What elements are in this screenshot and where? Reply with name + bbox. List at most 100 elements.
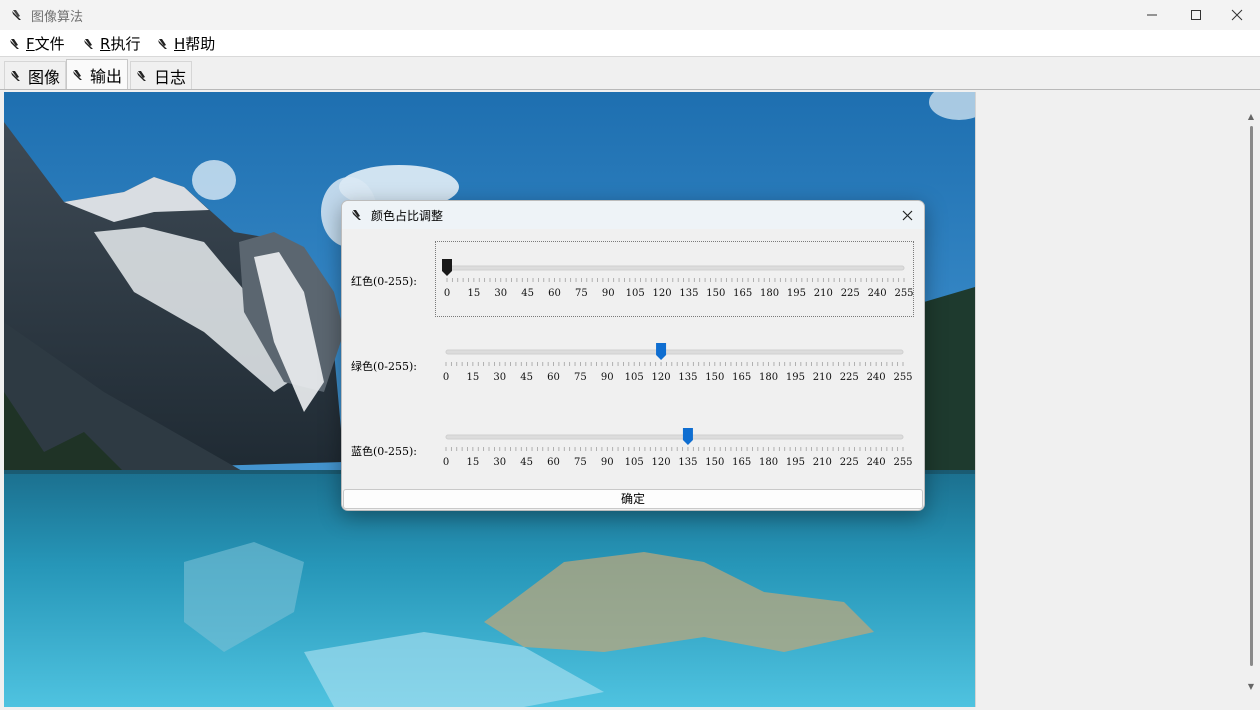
green-slider-graphic: 0 15 30 45 60 75 90 105 120 135 150 165 180 195 210 225… — [443, 343, 913, 383]
tab-image-label: 图像 — [28, 67, 61, 87]
tab-output-label: 输出 — [90, 66, 123, 86]
slider-thumb[interactable] — [656, 343, 667, 360]
close-icon — [902, 210, 912, 220]
slider-tick-label: 195 — [787, 288, 806, 299]
slider-thumb[interactable] — [682, 428, 693, 445]
menu-run-label: 执行 — [110, 35, 141, 53]
slider-tick-label: 15 — [468, 288, 481, 299]
slider-tick-label: 210 — [814, 288, 833, 299]
slider-tick-label: 195 — [786, 457, 805, 468]
feather-icon — [158, 38, 167, 49]
close-button[interactable] — [1214, 0, 1260, 30]
slider-tick-label: 0 — [443, 457, 449, 468]
menu-run[interactable]: R 执行 — [83, 33, 140, 54]
red-slider-graphic: 0 15 30 45 60 75 90 105 120 135 150 165 180 195 210 225… — [442, 259, 914, 299]
feather-icon — [137, 70, 146, 81]
slider-tick-label: 60 — [547, 372, 560, 383]
menu-help-accel: H — [174, 34, 186, 53]
slider-tick-label: 225 — [841, 288, 860, 299]
window-titlebar: 图像算法 — [0, 0, 1260, 30]
slider-track — [445, 434, 904, 440]
ok-button[interactable]: 确定 — [343, 489, 923, 509]
green-slider-label: 绿色(0-255): — [351, 360, 417, 373]
menu-bar: F 文件 R 执行 H 帮助 — [0, 30, 1260, 57]
feather-icon — [10, 38, 19, 49]
dialog-titlebar: 颜色占比调整 — [342, 201, 924, 229]
slider-tick-label: 180 — [760, 288, 779, 299]
green-slider[interactable]: 0 15 30 45 60 75 90 105 120 135 150 165 180 195 210 225… — [435, 326, 914, 402]
slider-tick-label: 255 — [893, 372, 912, 383]
slider-tick-label: 240 — [867, 457, 886, 468]
tab-image[interactable]: 图像 — [4, 61, 67, 89]
slider-tick-label: 165 — [733, 288, 752, 299]
slider-tick-label: 75 — [574, 457, 587, 468]
maximize-icon — [1191, 10, 1201, 20]
red-slider-row: 红色(0-255): 0 15 30 45 60 75 90 105 120 135 150 165 1… — [342, 241, 924, 317]
slider-tick-label: 90 — [601, 457, 614, 468]
slider-thumb[interactable] — [442, 259, 452, 276]
scroll-down-arrow-icon[interactable]: ▼ — [1246, 682, 1256, 692]
slider-track — [445, 349, 904, 355]
slider-tick-label: 75 — [575, 288, 588, 299]
blue-slider-graphic: 0 15 30 45 60 75 90 105 120 135 150 165 180 195 210 225… — [443, 428, 913, 468]
menu-file[interactable]: F 文件 — [9, 33, 65, 54]
slider-tick-label: 105 — [626, 288, 645, 299]
tab-output[interactable]: 输出 — [66, 59, 129, 89]
slider-tick-label: 90 — [602, 288, 615, 299]
slider-tick-label: 210 — [813, 372, 832, 383]
scrollbar-thumb[interactable] — [1250, 126, 1253, 666]
menu-help[interactable]: H 帮助 — [157, 33, 215, 54]
slider-tick-label: 135 — [678, 372, 697, 383]
minimize-button[interactable] — [1129, 0, 1175, 30]
slider-tick-label: 150 — [705, 372, 724, 383]
slider-tick-label: 165 — [732, 457, 751, 468]
feather-icon — [11, 70, 20, 81]
slider-tick-label: 45 — [520, 372, 533, 383]
menu-file-label: 文件 — [34, 35, 65, 53]
dialog-title: 颜色占比调整 — [371, 209, 444, 223]
slider-tick-label: 15 — [467, 457, 480, 468]
scroll-up-arrow-icon[interactable]: ▲ — [1246, 112, 1256, 122]
slider-tick-label: 180 — [759, 372, 778, 383]
vertical-scrollbar[interactable]: ▲ ▼ — [1246, 92, 1256, 707]
feather-icon — [12, 10, 21, 20]
window-title: 图像算法 — [31, 10, 84, 25]
slider-tick-label: 150 — [706, 288, 725, 299]
red-slider-label: 红色(0-255): — [351, 275, 417, 288]
tab-bar: 图像 输出 日志 — [0, 58, 1260, 90]
slider-tick-label: 240 — [868, 288, 887, 299]
color-ratio-dialog: 颜色占比调整 红色(0-255): 0 15 30 45 60 75 90 105 120 135… — [341, 200, 925, 511]
slider-tick-label: 75 — [574, 372, 587, 383]
blue-slider[interactable]: 0 15 30 45 60 75 90 105 120 135 150 165 180 195 210 225… — [435, 411, 914, 487]
maximize-button[interactable] — [1173, 0, 1219, 30]
slider-tick-label: 30 — [493, 457, 506, 468]
menu-file-accel: F — [26, 34, 35, 53]
slider-tick-label: 0 — [443, 372, 449, 383]
slider-tick-label: 165 — [732, 372, 751, 383]
blue-slider-row: 蓝色(0-255): 0 15 30 45 60 75 90 105 120 135 150 165 1… — [342, 411, 924, 481]
tab-log[interactable]: 日志 — [130, 61, 193, 89]
slider-tick-label: 30 — [494, 288, 507, 299]
slider-tick-label: 60 — [547, 457, 560, 468]
slider-tick-label: 120 — [653, 288, 672, 299]
slider-tick-label: 120 — [652, 457, 671, 468]
slider-tick-label: 15 — [467, 372, 480, 383]
feather-icon — [73, 69, 82, 80]
slider-tick-label: 225 — [840, 372, 859, 383]
slider-tick-label: 30 — [493, 372, 506, 383]
close-icon — [1231, 9, 1243, 21]
slider-tick-label: 60 — [548, 288, 561, 299]
slider-tick-label: 105 — [625, 457, 644, 468]
slider-tick-label: 120 — [652, 372, 671, 383]
slider-track — [446, 265, 905, 271]
slider-tick-label: 210 — [813, 457, 832, 468]
slider-tick-label: 255 — [893, 457, 912, 468]
slider-tick-label: 45 — [520, 457, 533, 468]
red-slider[interactable]: 0 15 30 45 60 75 90 105 120 135 150 165 180 195 210 225… — [435, 241, 914, 317]
slider-tick-label: 0 — [444, 288, 450, 299]
dialog-close-button[interactable] — [896, 205, 918, 225]
blue-slider-label: 蓝色(0-255): — [351, 445, 417, 458]
menu-run-accel: R — [100, 34, 111, 53]
slider-tick-label: 135 — [679, 288, 698, 299]
slider-tick-label: 150 — [705, 457, 724, 468]
